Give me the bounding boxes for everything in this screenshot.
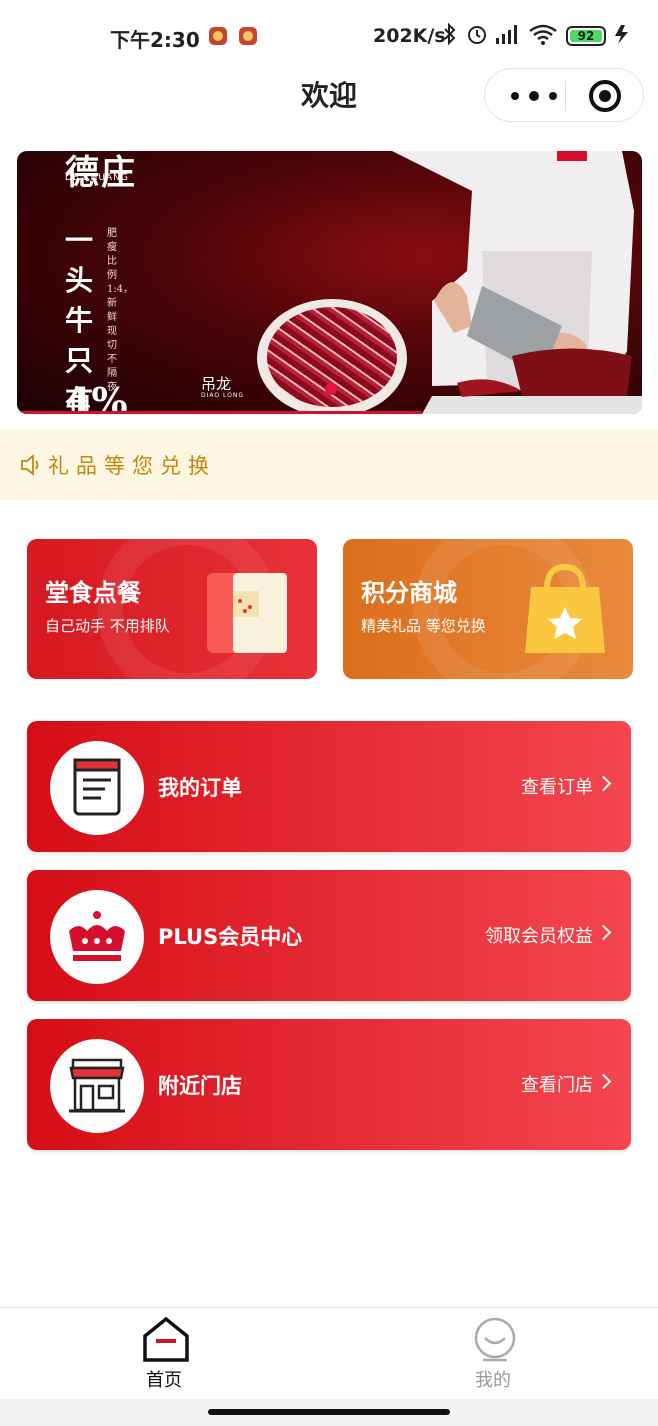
row-label: 我的订单 (158, 776, 242, 800)
network-speed: 202K/s (373, 25, 446, 47)
close-miniprogram-button[interactable] (589, 80, 621, 112)
notice-bar[interactable]: 礼品等您兑换 (0, 430, 658, 500)
shopping-bag-star-icon (525, 563, 605, 653)
carousel-indicator (325, 383, 337, 395)
chevron-right-icon (595, 775, 612, 792)
tab-label: 首页 (146, 1370, 182, 1391)
banner-percent: 4% (65, 379, 128, 414)
order-document-icon (73, 758, 121, 816)
profile-smile-icon (474, 1317, 516, 1362)
row-action: 查看门店 (521, 1075, 593, 1096)
home-indicator[interactable] (208, 1409, 450, 1415)
notice-text: 礼品等您兑换 (48, 454, 216, 478)
plus-member-row[interactable]: PLUS会员中心 领取会员权益 (27, 870, 631, 1001)
row-action: 领取会员权益 (485, 926, 593, 947)
mini-program-capsule (484, 68, 644, 122)
status-time: 下午2:30 (110, 28, 200, 52)
chevron-right-icon (595, 924, 612, 941)
card-title: 堂食点餐 (45, 579, 141, 607)
banner-subtext: 肥瘦比例1:4，新鲜现切不隔夜 (107, 228, 134, 393)
chef-image (392, 151, 642, 414)
banner-accent-bar (17, 411, 422, 414)
tab-home[interactable]: 首页 (104, 1308, 224, 1400)
battery-icon: 92 (566, 26, 606, 46)
row-label: 附近门店 (158, 1074, 242, 1098)
notification-app-icon (239, 27, 257, 45)
row-action: 查看订单 (521, 777, 593, 798)
tab-label: 我的 (475, 1370, 511, 1391)
storefront-icon (69, 1058, 125, 1113)
store-icon-badge (50, 1039, 144, 1133)
wifi-icon (529, 24, 557, 45)
order-icon-badge (50, 741, 144, 835)
home-icon (143, 1316, 189, 1362)
row-label: PLUS会员中心 (158, 925, 303, 949)
card-subtitle: 自己动手 不用排队 (45, 617, 170, 635)
bluetooth-icon (444, 22, 456, 46)
chevron-right-icon (595, 1073, 612, 1090)
alarm-icon (468, 26, 486, 44)
bottom-tab-bar: 首页 我的 (0, 1307, 658, 1399)
nearby-stores-row[interactable]: 附近门店 查看门店 (27, 1019, 631, 1150)
banner-brand-en: DE ZHUANG (65, 173, 129, 183)
points-mall-card[interactable]: 积分商城 精美礼品 等您兑换 (343, 539, 633, 679)
plate-label-en: DIAO LONG (201, 392, 245, 399)
card-subtitle: 精美礼品 等您兑换 (361, 617, 486, 635)
card-title: 积分商城 (361, 579, 457, 607)
dine-in-order-card[interactable]: 堂食点餐 自己动手 不用排队 (27, 539, 317, 679)
tab-mine[interactable]: 我的 (433, 1308, 553, 1400)
plate-label: 吊龙 (201, 375, 232, 393)
speaker-icon (21, 454, 39, 476)
battery-level: 92 (577, 29, 595, 43)
promo-banner[interactable]: 德庄 DE ZHUANG 一头牛只有 肥瘦比例1:4，新鲜现切不隔夜 4% 吊龙… (17, 151, 642, 414)
status-bar: 下午2:30 202K/s 92 (0, 0, 658, 70)
charging-icon (615, 25, 628, 44)
my-orders-row[interactable]: 我的订单 查看订单 (27, 721, 631, 852)
cellular-signal-icon (496, 25, 517, 44)
member-icon-badge (50, 890, 144, 984)
crown-icon (69, 911, 125, 961)
notification-app-icon (209, 27, 227, 45)
order-book-icon (207, 573, 287, 653)
more-options-button[interactable] (507, 81, 563, 111)
